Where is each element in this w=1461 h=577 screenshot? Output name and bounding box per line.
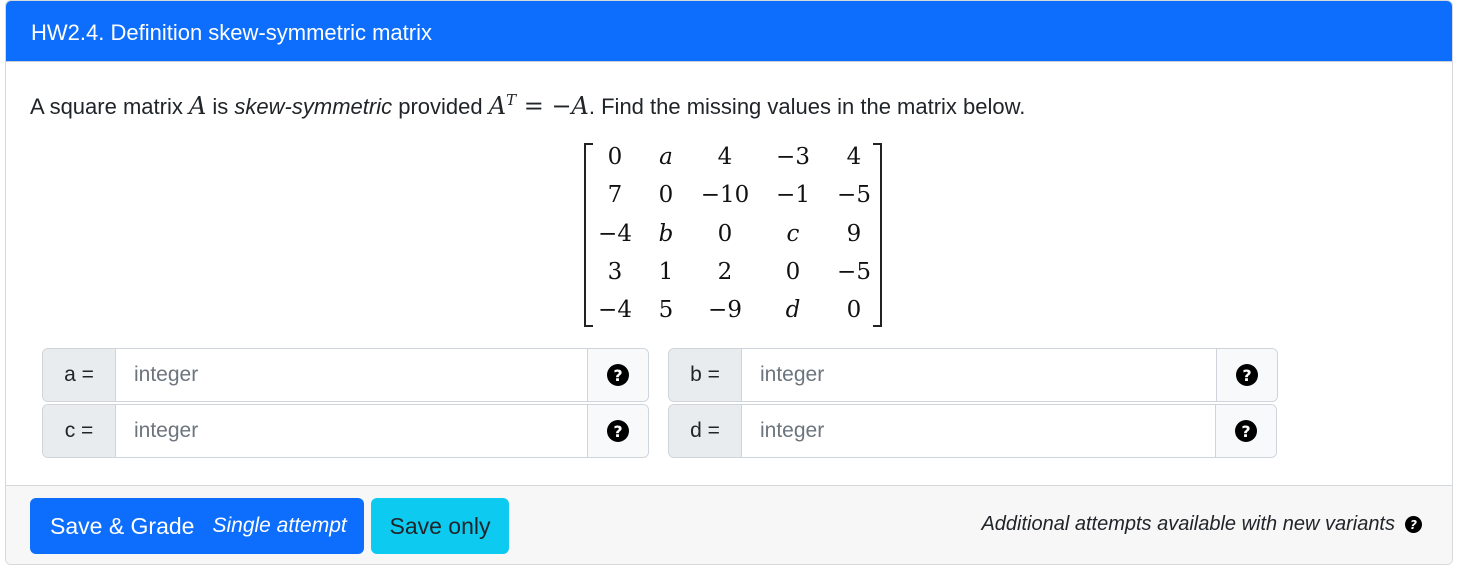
- matrix-cell: −3: [776, 144, 810, 170]
- math-var: A: [488, 92, 507, 120]
- matrix-cell: d: [785, 297, 801, 323]
- matrix-cell: −4: [598, 221, 632, 247]
- question-card: HW2.4. Definition skew-symmetric matrix …: [5, 0, 1453, 565]
- matrix-cell: 0: [717, 221, 733, 247]
- save-and-grade-button[interactable]: Save & Grade Single attempt: [30, 498, 364, 554]
- matrix-cell: −10: [700, 182, 750, 208]
- matrix-cell: b: [658, 221, 674, 247]
- matrix-cell: a: [659, 144, 673, 170]
- math-equation: AT = −A: [488, 91, 589, 120]
- input-group-d: d = ?: [668, 404, 1277, 458]
- matrix-cell: 1: [658, 259, 674, 285]
- question-circle-icon: ?: [1235, 420, 1257, 442]
- prompt-text: A square matrix: [30, 94, 189, 119]
- matrix-cell: c: [786, 221, 800, 247]
- input-group-c: c = ?: [42, 404, 649, 458]
- math-var-a: A: [188, 92, 207, 120]
- help-button-c[interactable]: ?: [587, 405, 648, 457]
- prompt-emphasis: skew-symmetric: [234, 94, 393, 119]
- matrix-cell: 0: [607, 144, 623, 170]
- single-attempt-label: Single attempt: [212, 514, 347, 537]
- question-prompt: A square matrix A is skew-symmetric prov…: [30, 91, 1025, 120]
- input-b[interactable]: [742, 349, 1216, 401]
- matrix-cell: −5: [837, 259, 871, 285]
- matrix: 0 a 4 −3 4 7 0 −10 −1 −5 −4 b 0 c 9 3 1 2 0 −5 −4 5 −9 d 0: [584, 143, 882, 327]
- input-label-c: c =: [43, 405, 116, 457]
- help-button-a[interactable]: ?: [587, 349, 648, 401]
- input-c[interactable]: [116, 405, 587, 457]
- matrix-cell: −1: [776, 182, 810, 208]
- save-only-button[interactable]: Save only: [371, 498, 509, 554]
- help-button-d[interactable]: ?: [1215, 405, 1276, 457]
- input-group-b: b = ?: [668, 348, 1278, 402]
- question-title: HW2.4. Definition skew-symmetric matrix: [6, 1, 1452, 62]
- prompt-text: is: [206, 94, 235, 119]
- question-circle-icon[interactable]: ?: [1405, 516, 1422, 533]
- input-label-a: a =: [43, 349, 116, 401]
- matrix-cell: −4: [598, 297, 632, 323]
- matrix-cell: 3: [607, 259, 623, 285]
- math-superscript: T: [506, 91, 517, 109]
- prompt-text: provided: [392, 94, 489, 119]
- math-rest: = −A: [516, 92, 589, 120]
- matrix-cell: −9: [708, 297, 742, 323]
- input-a[interactable]: [116, 349, 587, 401]
- help-button-b[interactable]: ?: [1216, 349, 1277, 401]
- matrix-cell: 0: [846, 297, 862, 323]
- attempts-text: Additional attempts available with new v…: [981, 513, 1395, 535]
- card-footer: Save & Grade Single attempt Save only Ad…: [6, 485, 1452, 564]
- input-label-b: b =: [669, 349, 742, 401]
- save-and-grade-label: Save & Grade: [50, 512, 195, 539]
- input-group-a: a = ?: [42, 348, 649, 402]
- question-circle-icon: ?: [1236, 364, 1258, 386]
- matrix-cell: 5: [658, 297, 674, 323]
- matrix-cell: 2: [717, 259, 733, 285]
- matrix-cell: 4: [717, 144, 733, 170]
- question-circle-icon: ?: [607, 364, 629, 386]
- attempts-info: Additional attempts available with new v…: [981, 513, 1422, 536]
- matrix-cell: 9: [846, 221, 862, 247]
- matrix-cell: −5: [837, 182, 871, 208]
- matrix-cell: 7: [607, 182, 623, 208]
- matrix-cell: 4: [846, 144, 862, 170]
- matrix-cell: 0: [785, 259, 801, 285]
- matrix-cell: 0: [658, 182, 674, 208]
- question-circle-icon: ?: [607, 420, 629, 442]
- input-label-d: d =: [669, 405, 742, 457]
- input-d[interactable]: [742, 405, 1215, 457]
- prompt-text: . Find the missing values in the matrix …: [588, 94, 1026, 119]
